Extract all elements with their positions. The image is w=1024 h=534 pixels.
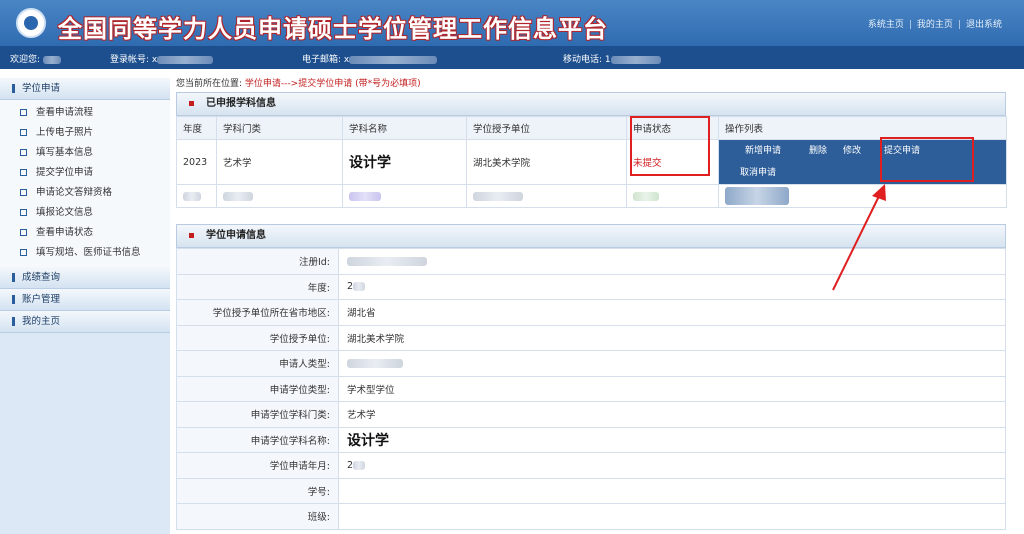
annotation-arrow-icon	[832, 184, 886, 291]
